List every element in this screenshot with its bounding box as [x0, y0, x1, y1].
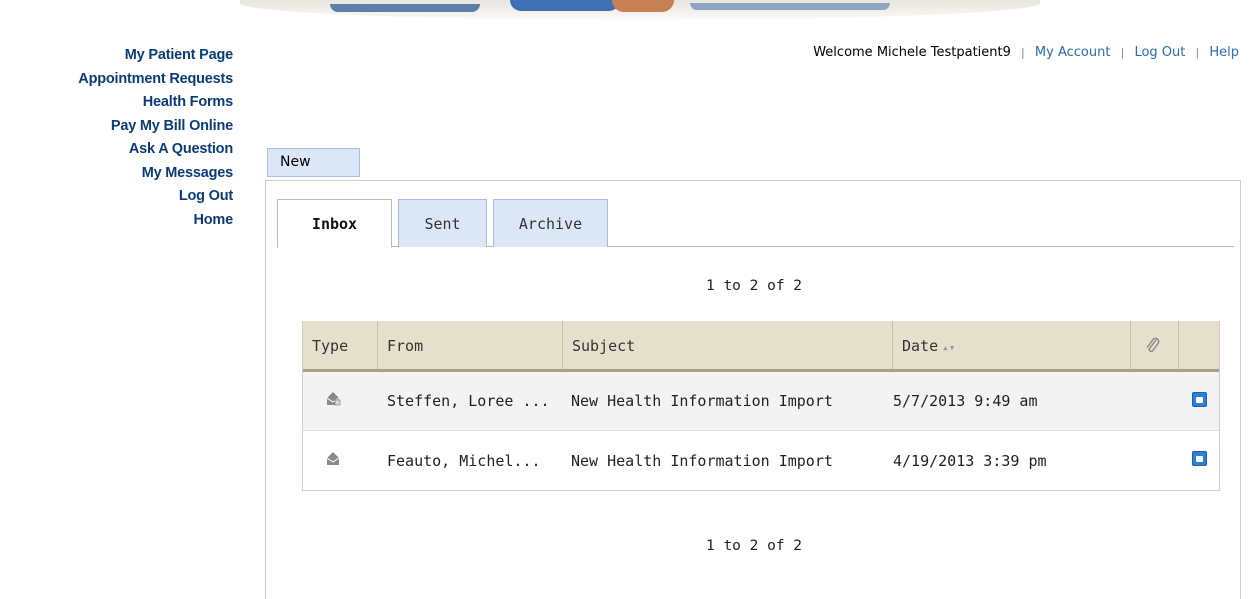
- column-attachment[interactable]: [1131, 321, 1179, 369]
- sort-arrows-icon: ▴▾: [942, 341, 956, 354]
- column-from[interactable]: From: [378, 321, 563, 369]
- message-from: Steffen, Loree ...: [387, 392, 550, 410]
- welcome-text: Welcome Michele Testpatient9: [813, 45, 1011, 60]
- separator: |: [1195, 46, 1200, 59]
- nav-ask-a-question[interactable]: Ask A Question: [0, 138, 233, 162]
- messages-table: Type From Subject Date ▴▾ Steffen, Loree …: [302, 321, 1220, 491]
- nav-health-forms[interactable]: Health Forms: [0, 91, 233, 115]
- column-type[interactable]: Type: [303, 321, 378, 369]
- table-row[interactable]: Steffen, Loree ... New Health Informatio…: [303, 372, 1219, 431]
- message-tabs: Inbox Sent Archive: [277, 199, 1234, 248]
- tab-inbox[interactable]: Inbox: [277, 199, 392, 248]
- message-subject[interactable]: New Health Information Import: [563, 452, 893, 470]
- my-account-link[interactable]: My Account: [1035, 45, 1111, 60]
- column-actions: [1179, 321, 1219, 369]
- separator: |: [1120, 46, 1125, 59]
- new-message-button[interactable]: New: [267, 148, 360, 177]
- column-date[interactable]: Date ▴▾: [893, 321, 1131, 369]
- message-from: Feauto, Michel...: [387, 451, 541, 470]
- pager-summary-top: 1 to 2 of 2: [705, 278, 803, 294]
- pager-summary-bottom: 1 to 2 of 2: [705, 538, 803, 554]
- nav-appointment-requests[interactable]: Appointment Requests: [0, 68, 233, 92]
- header-banner-image: [240, 0, 1040, 20]
- nav-home[interactable]: Home: [0, 209, 234, 233]
- message-envelope-icon: [303, 391, 378, 411]
- column-subject[interactable]: Subject: [563, 321, 893, 369]
- log-out-link[interactable]: Log Out: [1134, 45, 1185, 60]
- tab-archive[interactable]: Archive: [493, 199, 608, 247]
- message-subject[interactable]: New Health Information Import: [563, 392, 893, 410]
- table-row[interactable]: Feauto, Michel... New Health Information…: [303, 431, 1219, 490]
- nav-pay-my-bill-online[interactable]: Pay My Bill Online: [0, 115, 233, 139]
- separator: |: [1021, 46, 1025, 59]
- column-date-label: Date: [902, 337, 939, 355]
- table-header: Type From Subject Date ▴▾: [303, 321, 1219, 372]
- message-date: 5/7/2013 9:49 am: [893, 392, 1038, 410]
- paperclip-icon: [1145, 337, 1161, 359]
- help-link[interactable]: Help: [1209, 45, 1239, 60]
- tab-sent[interactable]: Sent: [398, 199, 487, 247]
- archive-box-icon[interactable]: [1191, 451, 1207, 466]
- nav-my-patient-page[interactable]: My Patient Page: [0, 44, 233, 68]
- left-navigation: My Patient Page Appointment Requests Hea…: [0, 44, 233, 232]
- archive-box-icon[interactable]: [1191, 391, 1207, 407]
- messages-panel: Inbox Sent Archive 1 to 2 of 2 Type From…: [265, 180, 1241, 599]
- nav-my-messages[interactable]: My Messages: [0, 162, 233, 186]
- message-envelope-icon: [303, 451, 378, 471]
- message-date: 4/19/2013 3:39 pm: [893, 451, 1047, 470]
- nav-log-out[interactable]: Log Out: [0, 185, 233, 209]
- user-bar: Welcome Michele Testpatient9 | My Accoun…: [813, 45, 1239, 60]
